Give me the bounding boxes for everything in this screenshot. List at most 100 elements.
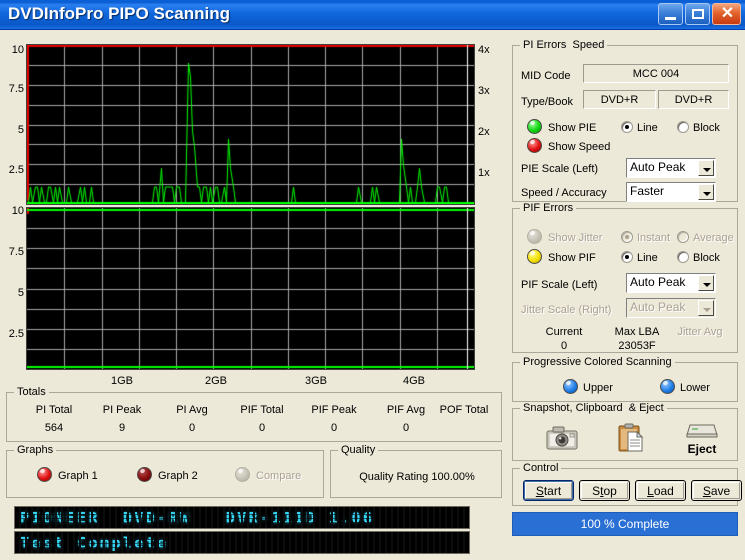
max-lba-label: Max LBA — [614, 326, 660, 338]
pif-peak-value: 0 — [330, 422, 338, 434]
maximize-button[interactable] — [685, 3, 710, 25]
stop-button-label: Stop — [592, 483, 617, 498]
pi-total-value: 564 — [44, 422, 64, 434]
x-tick-1gb: 1GB — [110, 375, 133, 387]
jitter-instant-radio — [621, 231, 633, 243]
drive-info-display: PIONEER DVD-RW DVR-111D 1.06 — [14, 506, 470, 529]
speed-ytick-0: 4x — [478, 44, 490, 56]
speed-accuracy-label: Speed / Accuracy — [521, 187, 607, 199]
mid-code-field: MCC 004 — [583, 64, 729, 83]
book-field: DVD+R — [658, 90, 729, 109]
close-button[interactable]: ✕ — [712, 3, 741, 25]
jitter-instant-label: Instant — [637, 232, 671, 244]
show-pif-led-icon[interactable] — [527, 249, 542, 264]
pie-block-radio[interactable] — [677, 121, 689, 133]
pif-total-label: PIF Total — [240, 404, 284, 416]
speed-accuracy-combo[interactable]: Faster — [626, 182, 716, 202]
totals-legend: Totals — [14, 386, 49, 398]
camera-icon[interactable] — [546, 425, 578, 451]
compare-label: Compare — [256, 470, 302, 482]
pie-line-label[interactable]: Line — [637, 122, 658, 134]
title-bar[interactable]: DVDInfoPro PIPO Scanning ✕ — [0, 0, 745, 30]
drive-info-text: PIONEER DVD-RW DVR-111D 1.06 — [20, 508, 375, 527]
stop-button[interactable]: Stop — [579, 480, 630, 501]
pif-errors-chart[interactable] — [26, 207, 475, 370]
pie-scale-value: Auto Peak — [630, 160, 686, 174]
show-pif-label[interactable]: Show PIF — [548, 252, 596, 264]
pif-line-label[interactable]: Line — [637, 252, 658, 264]
window-title: DVDInfoPro PIPO Scanning — [8, 4, 230, 23]
save-button-label: Save — [702, 483, 731, 498]
pi-total-label: PI Total — [35, 404, 73, 416]
pi-peak-value: 9 — [118, 422, 126, 434]
lower-led-icon[interactable] — [660, 379, 675, 394]
book-value: DVD+R — [674, 93, 713, 106]
show-pie-led-icon[interactable] — [527, 119, 542, 134]
close-icon: ✕ — [720, 5, 735, 22]
show-speed-label[interactable]: Show Speed — [548, 141, 610, 153]
pi-errors-chart[interactable] — [26, 44, 475, 205]
minimize-button[interactable] — [658, 3, 683, 25]
pif-ytick-0: 10 — [11, 205, 24, 217]
totals-group: Totals PI Total PI Peak PI Avg PIF Total… — [6, 386, 502, 442]
pif-scale-combo[interactable]: Auto Peak — [626, 273, 716, 293]
pie-ytick-3: 2.5 — [8, 164, 24, 176]
chevron-down-icon[interactable] — [698, 184, 714, 200]
upper-led-icon[interactable] — [563, 379, 578, 394]
graph1-label[interactable]: Graph 1 — [58, 470, 98, 482]
pif-line-radio[interactable] — [621, 251, 633, 263]
load-button[interactable]: Load — [635, 480, 686, 501]
quality-group: Quality Quality Rating 100.00% — [330, 444, 502, 498]
pif-block-label[interactable]: Block — [693, 252, 720, 264]
status-text: Test Complete — [20, 533, 169, 552]
upper-label[interactable]: Upper — [583, 382, 613, 394]
clipboard-icon[interactable] — [617, 423, 647, 453]
speed-ytick-2: 2x — [478, 126, 490, 138]
control-legend: Control — [520, 462, 562, 474]
pif-ytick-1: 7.5 — [8, 246, 24, 258]
pof-total-label: POF Total — [439, 404, 489, 416]
chevron-down-icon[interactable] — [698, 275, 714, 291]
show-jitter-label: Show Jitter — [548, 232, 603, 244]
current-value: 0 — [560, 340, 568, 352]
x-tick-2gb: 2GB — [204, 375, 227, 387]
pie-scale-combo[interactable]: Auto Peak — [626, 158, 716, 178]
pif-ytick-2: 5 — [17, 287, 24, 299]
load-button-label: Load — [647, 483, 674, 498]
mid-code-label: MID Code — [521, 70, 571, 82]
chevron-down-icon[interactable] — [698, 160, 714, 176]
start-button[interactable]: Start — [523, 480, 574, 501]
eject-label[interactable]: Eject — [677, 442, 727, 456]
pif-peak-label: PIF Peak — [311, 404, 357, 416]
start-button-label: Start — [535, 483, 562, 498]
show-pie-label[interactable]: Show PIE — [548, 122, 596, 134]
pie-line-radio[interactable] — [621, 121, 633, 133]
speed-accuracy-value: Faster — [630, 184, 665, 198]
pif-errors-group: PIF Errors Show Jitter Instant Average S… — [512, 202, 738, 353]
lower-label[interactable]: Lower — [680, 382, 710, 394]
pif-total-value: 0 — [258, 422, 266, 434]
jitter-scale-combo: Auto Peak — [626, 298, 716, 318]
eject-drive-icon[interactable] — [685, 422, 719, 438]
pif-scale-value: Auto Peak — [630, 275, 686, 289]
graph2-led-icon[interactable] — [137, 467, 152, 482]
pie-ytick-1: 7.5 — [8, 83, 24, 95]
pie-block-label[interactable]: Block — [693, 122, 720, 134]
current-label: Current — [545, 326, 583, 338]
type-value: DVD+R — [600, 93, 639, 106]
graph2-label[interactable]: Graph 2 — [158, 470, 198, 482]
pif-scale-label: PIF Scale (Left) — [521, 279, 598, 291]
save-button[interactable]: Save — [691, 480, 742, 501]
pie-ytick-0: 10 — [11, 44, 24, 56]
pif-avg-value: 0 — [402, 422, 410, 434]
pi-peak-label: PI Peak — [102, 404, 142, 416]
show-jitter-led-icon — [527, 229, 542, 244]
pie-ytick-2: 5 — [17, 124, 24, 136]
graph1-led-icon[interactable] — [37, 467, 52, 482]
control-group: Control Start Stop Load Save — [512, 462, 742, 506]
pif-errors-legend: PIF Errors — [520, 202, 577, 214]
show-speed-led-icon[interactable] — [527, 138, 542, 153]
pif-block-radio[interactable] — [677, 251, 689, 263]
graphs-legend: Graphs — [14, 444, 57, 456]
pif-avg-label: PIF Avg — [386, 404, 426, 416]
